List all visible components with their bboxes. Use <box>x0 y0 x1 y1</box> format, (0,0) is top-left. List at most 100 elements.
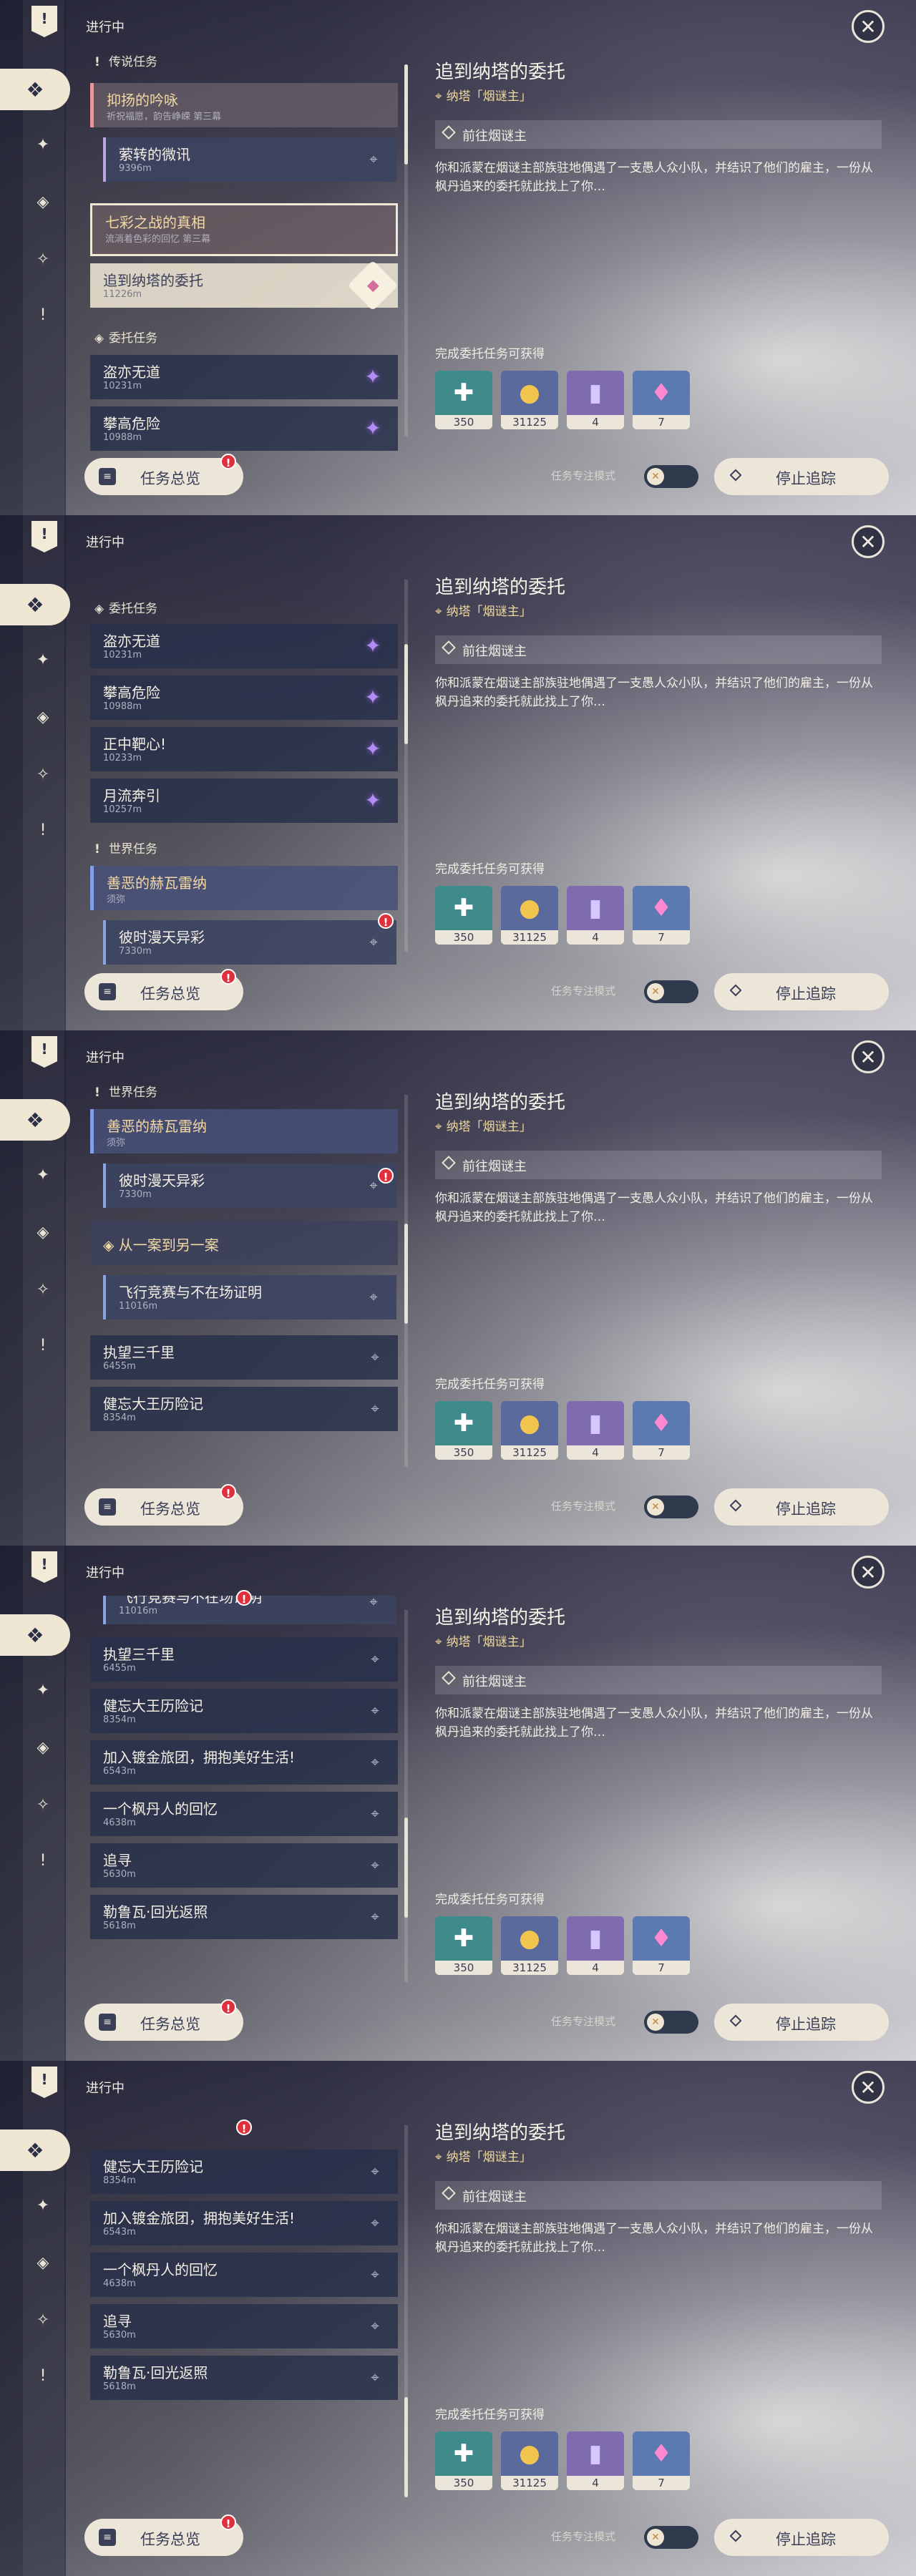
all-quests-icon[interactable]: ❖ <box>0 1614 70 1656</box>
list-scrollbar[interactable] <box>404 580 408 952</box>
list-scrollbar[interactable] <box>404 1610 408 1982</box>
reward-book[interactable]: ▮ 4 <box>567 2431 624 2490</box>
reward-mora[interactable]: ● 31125 <box>501 1916 558 1975</box>
reward-adventure-exp[interactable]: ✚ 350 <box>435 2431 492 2490</box>
quest-item-world-1[interactable]: 善恶的赫瓦雷纳 须弥 <box>90 1109 398 1153</box>
stop-tracking-button[interactable]: 停止追踪 <box>714 458 889 495</box>
focus-mode-toggle[interactable]: ✕ <box>644 2011 698 2034</box>
event-filter-icon[interactable]: ✧ <box>29 245 57 273</box>
quest-item-commission[interactable]: 盗亦无道 10231m ✦ <box>90 624 398 668</box>
commission-filter-icon[interactable]: ◈ <box>29 1218 57 1246</box>
stop-tracking-button[interactable]: 停止追踪 <box>714 973 889 1010</box>
focus-mode-toggle[interactable]: ✕ <box>644 1496 698 1518</box>
quest-book-tab[interactable]: ! <box>31 521 57 552</box>
all-quests-icon[interactable]: ❖ <box>0 69 70 110</box>
quest-item-world[interactable]: 勒鲁瓦·回光返照 5618m ⌖ <box>90 1895 398 1939</box>
event-filter-icon[interactable]: ✧ <box>29 760 57 789</box>
reward-mora[interactable]: ● 31125 <box>501 1401 558 1460</box>
quest-item-selected[interactable]: 追到纳塔的委托 11226m ◆ <box>90 260 399 311</box>
commission-filter-icon[interactable]: ◈ <box>29 1733 57 1762</box>
commission-filter-icon[interactable]: ◈ <box>29 703 57 731</box>
quest-item-world[interactable]: 加入镀金旅团，拥抱美好生活! 6543m ⌖ <box>90 1740 398 1785</box>
archon-filter-icon[interactable]: ! <box>29 816 57 844</box>
all-quests-icon[interactable]: ❖ <box>0 584 70 625</box>
all-quests-icon[interactable]: ❖ <box>0 2129 70 2171</box>
reward-book[interactable]: ▮ 4 <box>567 1916 624 1975</box>
quest-overview-button[interactable]: ≡ 任务总览! <box>84 969 243 1010</box>
all-quests-icon[interactable]: ❖ <box>0 1099 70 1141</box>
commission-filter-icon[interactable]: ◈ <box>29 187 57 216</box>
archon-filter-icon[interactable]: ! <box>29 1331 57 1360</box>
quest-item-world-1-child[interactable]: 彼时漫天异彩 7330m ⌖ <box>103 1163 396 1208</box>
focus-mode-toggle[interactable]: ✕ <box>644 980 698 1003</box>
quest-item-world[interactable]: 加入镀金旅团，拥抱美好生活! 6543m ⌖ <box>90 2201 398 2245</box>
quest-item-world[interactable]: 健忘大王历险记 8354m ⌖ <box>90 1689 398 1733</box>
reward-book[interactable]: ▮ 4 <box>567 1401 624 1460</box>
event-filter-icon[interactable]: ✧ <box>29 2306 57 2334</box>
archon-filter-icon[interactable]: ! <box>29 301 57 329</box>
quest-overview-button[interactable]: ≡ 任务总览! <box>84 1484 243 1526</box>
quest-item-world[interactable]: 执望三千里 6455m ⌖ <box>90 1335 398 1380</box>
quest-item-world[interactable]: 追寻 5630m ⌖ <box>90 1843 398 1888</box>
quest-item-world[interactable]: 一个枫丹人的回忆 4638m ⌖ <box>90 2253 398 2297</box>
reward-adventure-exp[interactable]: ✚ 350 <box>435 886 492 945</box>
quest-item-world[interactable]: 一个枫丹人的回忆 4638m ⌖ <box>90 1792 398 1836</box>
world-quest-filter-icon[interactable]: ✦ <box>29 130 57 159</box>
stop-tracking-button[interactable]: 停止追踪 <box>714 2519 889 2556</box>
reward-adventure-exp[interactable]: ✚ 350 <box>435 371 492 429</box>
list-scrollbar[interactable] <box>404 64 408 436</box>
reward-adventure-exp[interactable]: ✚ 350 <box>435 1401 492 1460</box>
reward-crystal[interactable]: ♦ 7 <box>633 1401 690 1460</box>
world-quest-filter-icon[interactable]: ✦ <box>29 1676 57 1704</box>
quest-item-chain[interactable]: ◈ 从一案到另一案 <box>90 1221 398 1265</box>
focus-mode-toggle[interactable]: ✕ <box>644 465 698 488</box>
event-filter-icon[interactable]: ✧ <box>29 1790 57 1819</box>
quest-item-legend-2[interactable]: 七彩之战的真相 流淌着色彩的回忆 第三幕 <box>90 203 398 256</box>
quest-item-world-1-child[interactable]: 彼时漫天异彩 7330m ⌖ <box>103 920 396 965</box>
reward-crystal[interactable]: ♦ 7 <box>633 2431 690 2490</box>
event-filter-icon[interactable]: ✧ <box>29 1275 57 1304</box>
quest-book-tab[interactable]: ! <box>31 6 57 37</box>
quest-item-world[interactable]: 健忘大王历险记 8354m ⌖ <box>90 1387 398 1431</box>
world-quest-filter-icon[interactable]: ✦ <box>29 2191 57 2220</box>
quest-book-tab[interactable]: ! <box>31 1036 57 1068</box>
focus-mode-toggle[interactable]: ✕ <box>644 2526 698 2549</box>
quest-item-legend-1-child[interactable]: 萦转的微讯 9396m ⌖ <box>103 137 396 182</box>
quest-book-tab[interactable]: ! <box>31 2067 57 2098</box>
archon-filter-icon[interactable]: ! <box>29 1846 57 1875</box>
quest-overview-button[interactable]: ≡ 任务总览! <box>84 2514 243 2556</box>
quest-book-tab[interactable]: ! <box>31 1551 57 1583</box>
reward-crystal[interactable]: ♦ 7 <box>633 886 690 945</box>
quest-item-commission[interactable]: 月流奔引 10257m ✦ <box>90 779 398 823</box>
archon-filter-icon[interactable]: ! <box>29 2361 57 2390</box>
location-pin-icon: ⌖ <box>371 1805 379 1822</box>
world-quest-filter-icon[interactable]: ✦ <box>29 645 57 674</box>
quest-item-commission[interactable]: 攀高危险 10988m ✦ <box>90 406 398 451</box>
quest-overview-button[interactable]: ≡ 任务总览! <box>84 454 243 495</box>
reward-crystal[interactable]: ♦ 7 <box>633 371 690 429</box>
stop-tracking-button[interactable]: 停止追踪 <box>714 1488 889 1526</box>
world-quest-filter-icon[interactable]: ✦ <box>29 1161 57 1189</box>
list-scrollbar[interactable] <box>404 1095 408 1467</box>
quest-item-world[interactable]: 执望三千里 6455m ⌖ <box>90 1637 398 1682</box>
quest-item-world-1[interactable]: 善恶的赫瓦雷纳 须弥 <box>90 866 398 910</box>
quest-item-world[interactable]: 勒鲁瓦·回光返照 5618m ⌖ <box>90 2356 398 2400</box>
commission-filter-icon[interactable]: ◈ <box>29 2248 57 2277</box>
reward-mora[interactable]: ● 31125 <box>501 886 558 945</box>
reward-mora[interactable]: ● 31125 <box>501 371 558 429</box>
reward-adventure-exp[interactable]: ✚ 350 <box>435 1916 492 1975</box>
quest-item-world[interactable]: 追寻 5630m ⌖ <box>90 2304 398 2348</box>
reward-crystal[interactable]: ♦ 7 <box>633 1916 690 1975</box>
reward-mora[interactable]: ● 31125 <box>501 2431 558 2490</box>
stop-tracking-button[interactable]: 停止追踪 <box>714 2004 889 2041</box>
quest-item-world[interactable]: 健忘大王历险记 8354m ⌖ <box>90 2150 398 2194</box>
reward-book[interactable]: ▮ 4 <box>567 371 624 429</box>
reward-book[interactable]: ▮ 4 <box>567 886 624 945</box>
quest-item-commission[interactable]: 盗亦无道 10231m ✦ <box>90 355 398 399</box>
quest-item-commission[interactable]: 攀高危险 10988m ✦ <box>90 675 398 720</box>
quest-item-commission[interactable]: 正中靶心! 10233m ✦ <box>90 727 398 771</box>
quest-item-chain-child[interactable]: 飞行竞赛与不在场证明 11016m ⌖ <box>103 1275 396 1319</box>
quest-overview-button[interactable]: ≡ 任务总览! <box>84 1999 243 2041</box>
list-scrollbar[interactable] <box>404 2125 408 2497</box>
quest-item-legend-1[interactable]: 抑扬的吟咏 祈祝福愿，韵告峥嵘 第三幕 <box>90 83 398 127</box>
